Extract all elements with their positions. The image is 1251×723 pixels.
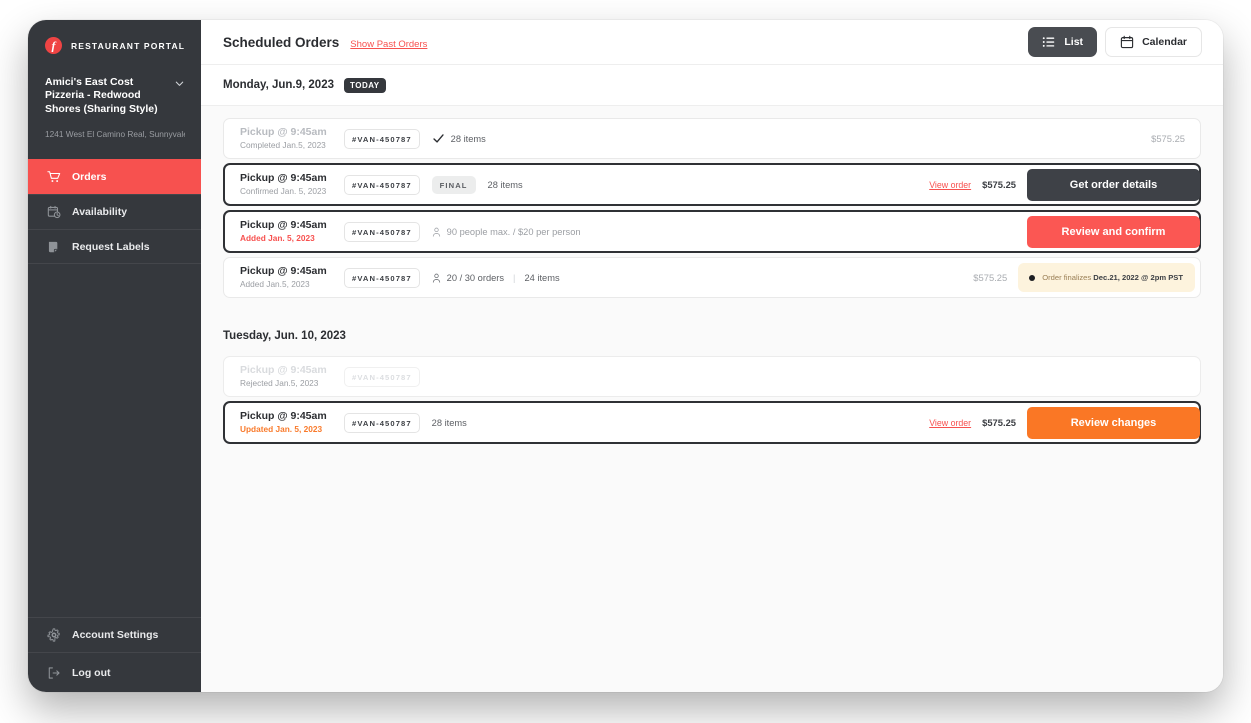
person-icon [432,227,440,237]
table-row[interactable]: Pickup @ 9:45am Confirmed Jan. 5, 2023 #… [223,163,1201,206]
sidebar-item-request-labels[interactable]: Request Labels [28,229,201,265]
gear-icon [46,628,61,643]
order-tag: #VAN-450787 [344,267,420,288]
sidebar-nav: Orders Availability Request Labels [28,159,201,265]
view-order-link[interactable]: View order [929,418,971,428]
brand-logo-glyph: f [51,38,56,52]
sidebar-item-label: Account Settings [72,629,159,641]
day-label: Tuesday, Jun. 10, 2023 [223,330,346,342]
order-time: Pickup @ 9:45am [240,363,327,376]
review-changes-button[interactable]: Review changes [1027,406,1200,439]
order-status: Added Jan.5, 2023 [240,278,310,289]
finalize-prefix: Order finalizes [1042,273,1092,282]
order-meta: 20 / 30 orders | 24 items [432,273,560,283]
sidebar-item-orders[interactable]: Orders [28,159,201,195]
sidebar-item-label: Orders [72,171,107,184]
store-address: 1241 West El Camino Real, Sunnyvale... [45,129,185,140]
status-dot-icon [1029,274,1036,281]
order-time: Pickup @ 9:45am [240,125,327,138]
order-time: Pickup @ 9:45am [240,264,327,277]
get-order-details-button[interactable]: Get order details [1027,168,1200,201]
table-row[interactable]: Pickup @ 9:45am Added Jan. 5, 2023 #VAN-… [223,210,1201,253]
sidebar-item-log-out[interactable]: Log out [28,652,201,692]
label-icon [46,239,61,254]
order-capacity: 20 / 30 orders [446,272,505,283]
order-status: Completed Jan.5, 2023 [240,139,326,150]
order-tag: #VAN-450787 [344,174,420,195]
order-items: 28 items [431,417,467,428]
finalize-datetime: Dec.21, 2022 @ 2pm PST [1093,273,1183,282]
order-status: Updated Jan. 5, 2023 [240,423,323,434]
order-status: Confirmed Jan. 5, 2023 [240,185,327,196]
order-price: $575.25 [982,179,1016,190]
view-toggle-calendar-label: Calendar [1142,36,1187,48]
sidebar-item-label: Request Labels [72,240,150,253]
order-tag: #VAN-450787 [344,366,420,387]
order-items: 28 items [450,133,486,144]
show-past-orders-link[interactable]: Show Past Orders [350,39,427,50]
orders-list-tuesday: Pickup @ 9:45am Rejected Jan.5, 2023 #VA… [223,356,1201,448]
day-header-monday: Monday, Jun.9, 2023 TODAY [201,65,1223,106]
orders-list-monday: Pickup @ 9:45am Completed Jan.5, 2023 #V… [223,106,1201,302]
view-toggle-list-label: List [1064,36,1084,48]
final-badge: FINAL [431,175,476,194]
order-finalizes-note: Order finalizes Dec.21, 2022 @ 2pm PST [1018,263,1195,292]
sidebar-item-label: Availability [72,206,128,219]
order-capacity: 90 people max. / $20 per person [446,226,581,237]
order-meta: 28 items [432,132,486,145]
today-badge: TODAY [344,77,386,93]
order-tag: #VAN-450787 [344,128,420,149]
brand-name: RESTAURANT PORTAL [71,40,186,51]
main-content: Scheduled Orders Show Past Orders List C… [201,20,1223,692]
check-icon [433,134,444,143]
order-time: Pickup @ 9:45am [240,409,327,422]
calendar-icon [1120,35,1134,49]
order-items: 24 items [524,272,560,283]
sidebar-bottom-nav: Account Settings Log out [28,617,201,692]
table-row[interactable]: Pickup @ 9:45am Completed Jan.5, 2023 #V… [223,118,1201,159]
order-items: 28 items [487,179,523,190]
store-selector[interactable]: Amici's East Cost Pizzeria - Redwood Sho… [28,70,201,154]
review-and-confirm-button[interactable]: Review and confirm [1027,215,1200,248]
logout-icon [46,665,61,680]
day-header-tuesday: Tuesday, Jun. 10, 2023 [223,302,1201,356]
order-status: Added Jan. 5, 2023 [240,232,315,243]
person-icon [432,273,440,283]
brand-logo-icon: f [45,37,62,54]
sidebar: f RESTAURANT PORTAL Amici's East Cost Pi… [28,20,201,692]
view-toggle-calendar[interactable]: Calendar [1105,27,1202,57]
order-meta: 28 items [432,418,467,428]
chevron-down-icon[interactable] [174,78,185,89]
brand: f RESTAURANT PORTAL [28,20,201,70]
page-title: Scheduled Orders [223,34,340,50]
view-toggle-list[interactable]: List [1028,27,1098,57]
order-meta: 28 items [488,180,523,190]
order-price: $575.25 [982,417,1016,428]
view-order-link[interactable]: View order [929,180,971,190]
view-toggle-group: List Calendar [1028,27,1202,57]
order-time: Pickup @ 9:45am [240,218,327,231]
app-window: f RESTAURANT PORTAL Amici's East Cost Pi… [28,20,1223,692]
list-icon [1043,37,1055,47]
order-status: Rejected Jan.5, 2023 [240,377,319,388]
table-row[interactable]: Pickup @ 9:45am Added Jan.5, 2023 #VAN-4… [223,257,1201,298]
orders-scroll-area[interactable]: Pickup @ 9:45am Completed Jan.5, 2023 #V… [201,106,1223,692]
table-row[interactable]: Pickup @ 9:45am Rejected Jan.5, 2023 #VA… [223,356,1201,397]
order-tag: #VAN-450787 [344,412,420,433]
order-price: $575.25 [973,272,1008,283]
sidebar-item-account-settings[interactable]: Account Settings [28,617,201,652]
day-label: Monday, Jun.9, 2023 [223,79,334,91]
order-tag: #VAN-450787 [344,221,420,242]
meta-separator: | [513,272,516,283]
calendar-clock-icon [46,205,61,220]
table-row[interactable]: Pickup @ 9:45am Updated Jan. 5, 2023 #VA… [223,401,1201,444]
sidebar-item-availability[interactable]: Availability [28,194,201,229]
order-time: Pickup @ 9:45am [240,171,327,184]
store-name: Amici's East Cost Pizzeria - Redwood Sho… [45,76,158,115]
order-meta: 90 people max. / $20 per person [432,227,581,237]
top-bar: Scheduled Orders Show Past Orders List C… [201,20,1223,65]
cart-icon [46,170,61,185]
sidebar-item-label: Log out [72,666,111,679]
order-price: $575.25 [1151,133,1185,144]
